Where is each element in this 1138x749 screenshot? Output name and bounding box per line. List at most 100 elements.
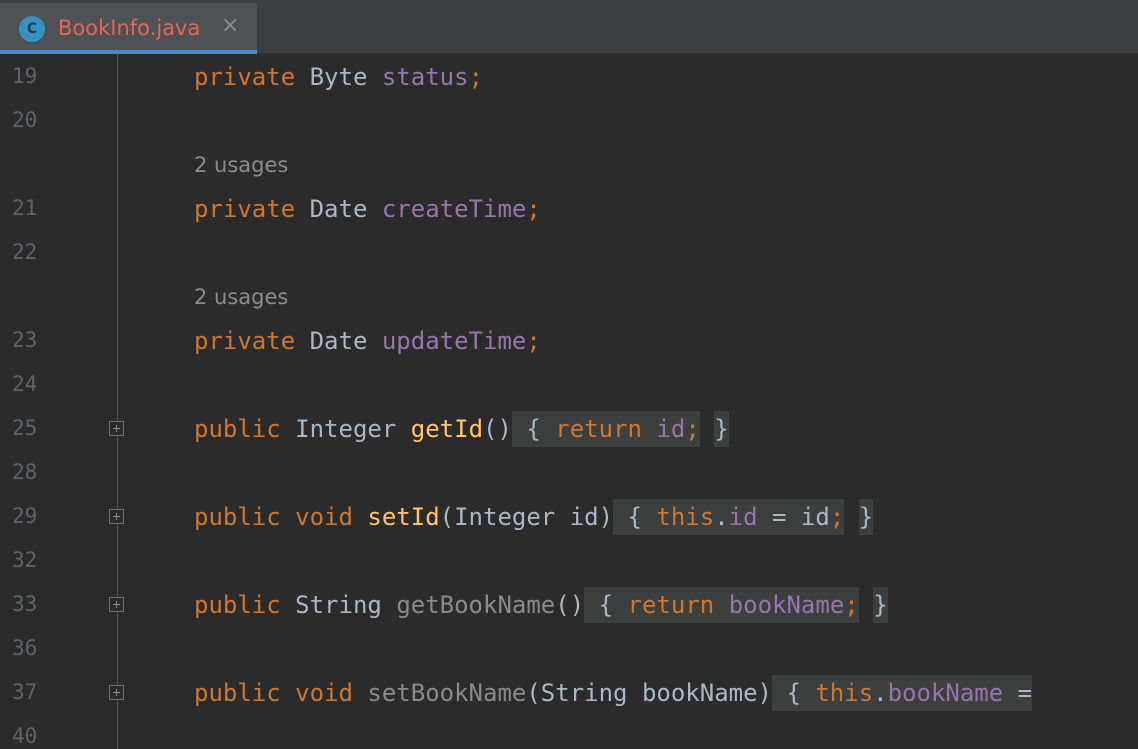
type-name: Byte — [309, 63, 368, 91]
semicolon: ; — [526, 327, 541, 355]
method-name: setId — [367, 503, 440, 531]
fold-expand-icon[interactable] — [109, 685, 124, 700]
method-name: getBookName — [396, 591, 556, 619]
dot: . — [714, 503, 729, 531]
code-line: 33 public String getBookName() { return … — [0, 584, 1138, 628]
keyword: private — [194, 195, 296, 223]
field-name: id — [656, 415, 686, 443]
code-line: 24 — [0, 364, 1138, 408]
code-line: 40 — [0, 716, 1138, 749]
params: (Integer id) — [439, 503, 614, 531]
close-icon[interactable]: × — [221, 13, 239, 38]
code-line: 37 public void setBookName(String bookNa… — [0, 672, 1138, 716]
type-name: Date — [309, 327, 368, 355]
semicolon: ; — [829, 503, 845, 531]
keyword: return — [627, 591, 715, 619]
params: () — [555, 591, 585, 619]
code-text: public void setBookName(String bookName)… — [194, 675, 1033, 711]
code-text: private Byte status; — [194, 63, 483, 91]
code-text: private Date createTime; — [194, 195, 541, 223]
assignment: = — [1003, 679, 1033, 707]
line-number: 25 — [12, 416, 38, 440]
keyword: private — [194, 327, 296, 355]
line-number: 24 — [12, 372, 38, 396]
folded-body[interactable]: { return id; — [511, 411, 700, 447]
field-name: status — [381, 63, 469, 91]
open-brace: { — [627, 503, 642, 531]
code-line: 22 — [0, 232, 1138, 276]
code-line: 29 public void setId(Integer id) { this.… — [0, 496, 1138, 540]
folded-body[interactable]: { return bookName; — [584, 587, 859, 623]
line-number: 40 — [12, 724, 38, 748]
code-line: 28 — [0, 452, 1138, 496]
semicolon: ; — [844, 591, 859, 619]
usages-hint[interactable]: 2 usages — [194, 153, 288, 177]
keyword: public — [194, 591, 281, 619]
line-number: 21 — [12, 196, 38, 220]
field-name: createTime — [381, 195, 527, 223]
code-editor[interactable]: 19 private Byte status; 20 2 usages 21 p… — [0, 54, 1138, 749]
close-brace[interactable]: } — [858, 499, 874, 535]
semicolon: ; — [526, 195, 541, 223]
type-name: Integer — [295, 415, 397, 443]
semicolon: ; — [468, 63, 484, 91]
folded-body[interactable]: { this.bookName = — [772, 675, 1033, 711]
params: () — [483, 415, 512, 443]
java-class-icon: C — [19, 16, 45, 42]
method-name: getId — [410, 415, 484, 443]
line-number: 20 — [12, 108, 38, 132]
keyword: public — [194, 503, 281, 531]
code-line: 25 public Integer getId() { return id; } — [0, 408, 1138, 452]
tab-bookinfo-java[interactable]: C BookInfo.java × — [0, 3, 257, 54]
line-number: 37 — [12, 680, 38, 704]
usages-hint-row: 2 usages — [0, 144, 1138, 188]
fold-expand-icon[interactable] — [109, 509, 124, 524]
keyword: public — [194, 679, 281, 707]
fold-expand-icon[interactable] — [109, 597, 124, 612]
keyword: private — [194, 63, 296, 91]
keyword: return — [555, 415, 642, 443]
code-line: 32 — [0, 540, 1138, 584]
dot: . — [873, 679, 888, 707]
code-line: 23 private Date updateTime; — [0, 320, 1138, 364]
field-name: bookName — [728, 591, 845, 619]
line-number: 33 — [12, 592, 38, 616]
code-line: 21 private Date createTime; — [0, 188, 1138, 232]
keyword: public — [194, 415, 281, 443]
assignment: = id — [757, 503, 830, 531]
tab-title: BookInfo.java — [58, 16, 201, 40]
close-brace[interactable]: } — [714, 411, 729, 447]
type-name: Date — [309, 195, 368, 223]
open-brace: { — [598, 591, 614, 619]
folded-body[interactable]: { this.id = id; — [613, 499, 845, 535]
line-number: 19 — [12, 64, 38, 88]
code-text: public String getBookName() { return boo… — [194, 587, 888, 623]
usages-hint-row: 2 usages — [0, 276, 1138, 320]
field-name: bookName — [887, 679, 1004, 707]
code-line: 36 — [0, 628, 1138, 672]
usages-hint[interactable]: 2 usages — [194, 285, 288, 309]
close-brace[interactable]: } — [873, 587, 888, 623]
type-name: String — [295, 591, 382, 619]
field-name: id — [728, 503, 758, 531]
keyword: this — [656, 503, 715, 531]
line-number: 28 — [12, 460, 38, 484]
open-brace: { — [786, 679, 801, 707]
line-number: 23 — [12, 328, 38, 352]
return-type: void — [295, 503, 353, 531]
line-number: 22 — [12, 240, 38, 264]
code-text: private Date updateTime; — [194, 327, 541, 355]
fold-expand-icon[interactable] — [109, 421, 124, 436]
code-text: public void setId(Integer id) { this.id … — [194, 499, 874, 535]
open-brace: { — [526, 415, 541, 443]
semicolon: ; — [685, 415, 700, 443]
line-number: 36 — [12, 636, 38, 660]
code-line: 19 private Byte status; — [0, 56, 1138, 100]
field-name: updateTime — [381, 327, 527, 355]
editor-tab-bar: C BookInfo.java × — [0, 0, 1138, 54]
code-line: 20 — [0, 100, 1138, 144]
method-name: setBookName — [367, 679, 527, 707]
line-number: 29 — [12, 504, 38, 528]
return-type: void — [295, 679, 353, 707]
params: (String bookName) — [526, 679, 772, 707]
